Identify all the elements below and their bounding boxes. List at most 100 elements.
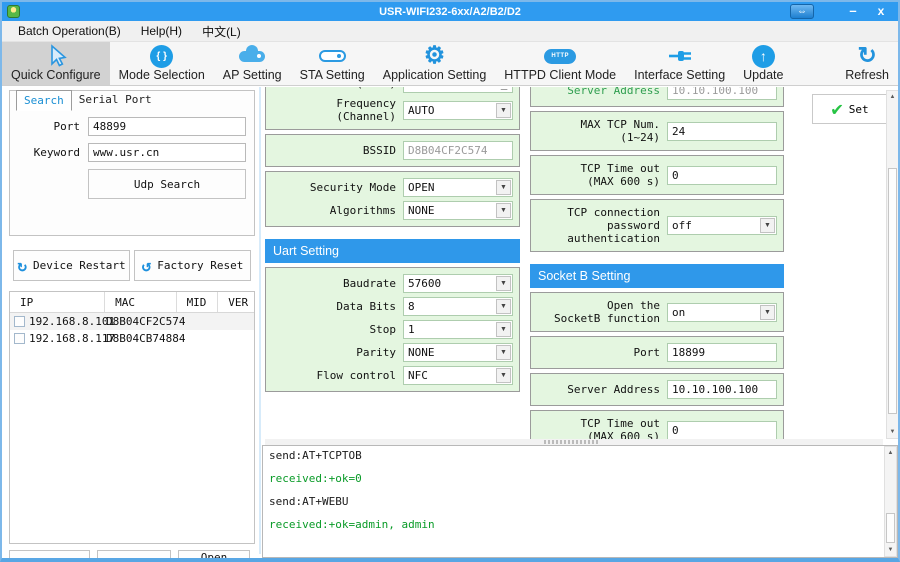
- resize-button[interactable]: ⇔: [790, 4, 814, 19]
- device-mac: D8B04CF2C574: [106, 315, 206, 328]
- flow-control-value: NFC: [404, 369, 496, 382]
- chevron-down-icon[interactable]: ▼: [496, 203, 511, 218]
- scroll-up-icon[interactable]: ▲: [885, 447, 896, 459]
- column-ver[interactable]: VER: [218, 292, 254, 312]
- socketb-open-select[interactable]: on ▼: [667, 303, 777, 322]
- row-checkbox[interactable]: [14, 333, 25, 344]
- chevron-down-icon[interactable]: ▼: [496, 322, 511, 337]
- update-arrow-icon: ↑: [752, 44, 775, 68]
- socketb-open-panel: Open theSocketB function on ▼: [530, 292, 784, 332]
- parity-select[interactable]: NONE ▼: [403, 343, 513, 362]
- scrollbar-thumb[interactable]: [886, 513, 895, 543]
- table-row[interactable]: 192.168.8.101 D8B04CF2C574: [10, 313, 254, 330]
- chevron-down-icon[interactable]: ▼: [496, 368, 511, 383]
- tool-refresh[interactable]: ↻ Refresh: [836, 42, 898, 85]
- parity-value: NONE: [404, 346, 496, 359]
- cursor-icon: [44, 44, 68, 68]
- scrollbar-thumb[interactable]: [888, 168, 897, 414]
- tool-ap-setting[interactable]: AP Setting: [214, 42, 291, 85]
- port-input[interactable]: [88, 117, 246, 136]
- table-row[interactable]: 192.168.8.117 D8B04CB74884: [10, 330, 254, 347]
- parity-label: Parity: [272, 346, 396, 359]
- log-output[interactable]: send:AT+TCPTOB received:+ok=0 send:AT+WE…: [262, 445, 898, 558]
- at-w-button[interactable]: AT+W: [9, 550, 90, 562]
- chevron-down-icon[interactable]: ▼: [760, 305, 775, 320]
- menu-item-batch-operation[interactable]: Batch Operation(B): [10, 22, 129, 40]
- chevron-down-icon[interactable]: ▼: [496, 180, 511, 195]
- scroll-down-icon[interactable]: ▼: [887, 426, 898, 438]
- at-q-button[interactable]: AT+Q: [97, 550, 171, 562]
- menu-item-help[interactable]: Help(H): [133, 22, 190, 40]
- check-icon: ✔: [831, 100, 842, 119]
- tool-sta-setting[interactable]: STA Setting: [291, 42, 374, 85]
- max-tcp-panel: MAX TCP Num. (1~24): [530, 111, 784, 151]
- row-checkbox[interactable]: [14, 316, 25, 327]
- set-button-label: Set: [849, 103, 869, 116]
- chevron-down-icon[interactable]: ▼: [496, 299, 511, 314]
- flow-control-select[interactable]: NFC ▼: [403, 366, 513, 385]
- baudrate-select[interactable]: 57600 ▼: [403, 274, 513, 293]
- socketb-port-input[interactable]: [667, 343, 777, 362]
- tool-application-setting[interactable]: ⚙ Application Setting: [374, 42, 496, 85]
- tool-httpd-client-mode[interactable]: HTTP HTTPD Client Mode: [495, 42, 625, 85]
- http-cloud-icon: HTTP: [544, 44, 576, 68]
- menu-bar: Batch Operation(B) Help(H) 中文(L): [2, 21, 898, 42]
- tool-update[interactable]: ↑ Update: [734, 42, 792, 85]
- keyword-input[interactable]: [88, 143, 246, 162]
- socketb-server-input[interactable]: [667, 380, 777, 399]
- max-tcp-input[interactable]: [667, 122, 777, 141]
- tcp-auth-panel: TCP connectionpassword authentication of…: [530, 199, 784, 252]
- stop-select[interactable]: 1 ▼: [403, 320, 513, 339]
- minimize-button[interactable]: –: [844, 2, 862, 20]
- algorithms-value: NONE: [404, 204, 496, 217]
- security-mode-value: OPEN: [404, 181, 496, 194]
- socketb-timeout-input[interactable]: [667, 421, 777, 440]
- ssid-input[interactable]: [403, 87, 513, 93]
- chevron-down-icon[interactable]: ▼: [496, 345, 511, 360]
- chevron-down-icon[interactable]: ▼: [496, 276, 511, 291]
- menu-item-language[interactable]: 中文(L): [194, 21, 249, 42]
- chevron-down-icon[interactable]: ▼: [496, 103, 511, 118]
- set-button[interactable]: ✔ Set: [812, 94, 888, 124]
- device-restart-button[interactable]: ↻ Device Restart: [13, 250, 130, 281]
- close-button[interactable]: x: [872, 2, 890, 20]
- server-address-input: [667, 87, 777, 100]
- socketb-open-value: on: [668, 306, 760, 319]
- hscrollbar-thumb[interactable]: [544, 440, 598, 444]
- tool-interface-setting[interactable]: Interface Setting: [625, 42, 734, 85]
- gear-icon: ⚙: [424, 42, 446, 68]
- udp-search-button[interactable]: Udp Search: [88, 169, 246, 199]
- security-mode-select[interactable]: OPEN ▼: [403, 178, 513, 197]
- open-device-button[interactable]: Open Device: [178, 550, 250, 562]
- column-mid[interactable]: MID: [177, 292, 219, 312]
- frequency-select[interactable]: AUTO ▼: [403, 101, 513, 120]
- tcp-settings-column: Server Address MAX TCP Num. (1~24) TCP T…: [530, 87, 784, 439]
- socket-b-header: Socket B Setting: [530, 264, 784, 288]
- reset-icon: ↺: [142, 256, 152, 275]
- column-ip[interactable]: IP: [10, 292, 105, 312]
- tool-quick-configure[interactable]: Quick Configure: [2, 42, 110, 85]
- bssid-panel: BSSID: [265, 134, 520, 167]
- tcp-auth-label: TCP connectionpassword authentication: [537, 206, 660, 245]
- tab-serial-port[interactable]: Serial Port: [72, 90, 159, 111]
- scroll-down-icon[interactable]: ▼: [885, 544, 896, 556]
- socketb-server-panel: Server Address: [530, 373, 784, 406]
- factory-reset-button[interactable]: ↺ Factory Reset: [134, 250, 251, 281]
- column-mac[interactable]: MAC: [105, 292, 176, 312]
- tab-strip: Search Serial Port: [16, 90, 159, 111]
- tab-search[interactable]: Search: [16, 90, 72, 111]
- restart-icon: ↻: [17, 256, 27, 275]
- data-bits-select[interactable]: 8 ▼: [403, 297, 513, 316]
- tool-mode-selection[interactable]: { } Mode Selection: [110, 42, 214, 85]
- algorithms-select[interactable]: NONE ▼: [403, 201, 513, 220]
- tcp-auth-select[interactable]: off ▼: [667, 216, 777, 235]
- socketb-port-label: Port: [537, 346, 660, 359]
- uart-panel: Baudrate 57600 ▼ Data Bits 8 ▼ Stop 1 ▼: [265, 267, 520, 392]
- stop-label: Stop: [272, 323, 396, 336]
- keyword-label: Keyword: [18, 146, 80, 159]
- log-scrollbar[interactable]: ▲ ▼: [884, 446, 897, 557]
- tcp-timeout-input[interactable]: [667, 166, 777, 185]
- scroll-up-icon[interactable]: ▲: [887, 91, 898, 103]
- config-scrollbar[interactable]: ▲ ▼: [886, 90, 899, 439]
- chevron-down-icon[interactable]: ▼: [760, 218, 775, 233]
